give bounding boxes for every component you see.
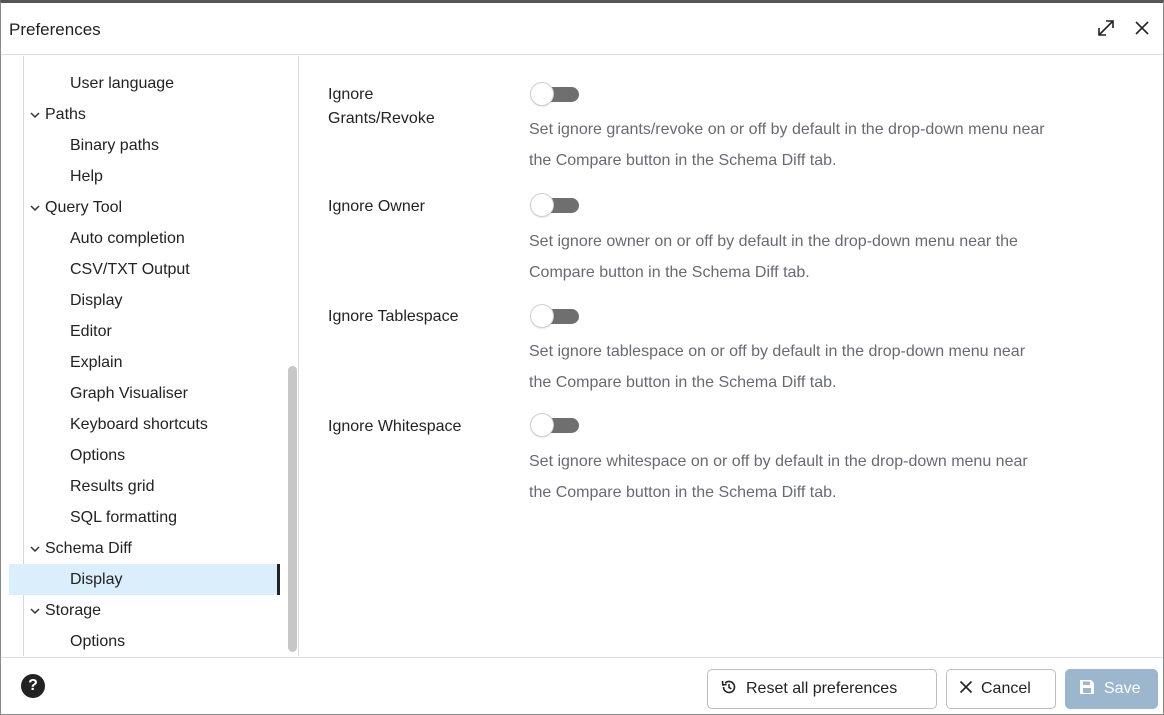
tree-group[interactable]: Paths <box>9 99 279 130</box>
tree-item-label: Keyboard shortcuts <box>70 415 208 433</box>
toggle-ignore-grants-revoke[interactable] <box>529 83 581 105</box>
setting-label-owner: Ignore Owner <box>328 198 425 215</box>
chevron-down-icon[interactable] <box>29 201 41 213</box>
chevron-down-icon[interactable] <box>29 542 41 554</box>
settings-panel: Ignore Grants/Revoke Set ignore grants/r… <box>301 56 1161 656</box>
tree-item[interactable]: Keyboard shortcuts <box>9 409 279 440</box>
reset-all-preferences-button[interactable]: Reset all preferences <box>707 669 937 709</box>
tree-item-label: Display <box>70 570 123 588</box>
tree-group[interactable]: Schema Diff <box>9 533 279 564</box>
tree-item-label: Binary paths <box>70 136 159 154</box>
tree-item-label: Query Tool <box>45 198 123 216</box>
cancel-button[interactable]: Cancel <box>946 669 1056 709</box>
tree-item[interactable]: User language <box>9 68 279 99</box>
dialog-title: Preferences <box>9 20 101 39</box>
tree-item[interactable]: Auto completion <box>9 223 279 254</box>
setting-label-grants-revoke: Ignore Grants/Revoke <box>328 86 435 127</box>
tree-item[interactable]: Results grid <box>9 471 279 502</box>
tree-item-label: Paths <box>45 105 86 123</box>
tree-item[interactable]: Display <box>9 564 280 595</box>
title-actions <box>1095 17 1153 39</box>
reset-icon <box>720 678 738 701</box>
sidebar-scrollbar[interactable] <box>288 366 297 652</box>
tree-group[interactable]: Storage <box>9 595 279 626</box>
help-button[interactable]: ? <box>21 674 45 698</box>
expand-icon[interactable] <box>1095 17 1117 39</box>
tree-item-label: Auto completion <box>70 229 185 247</box>
dialog-footer: ? Reset all preferences Cancel Save <box>1 657 1163 715</box>
toggle-ignore-tablespace[interactable] <box>529 305 581 327</box>
selection-indicator <box>277 564 280 595</box>
save-icon <box>1078 678 1096 701</box>
tree-item-label: Explain <box>70 353 123 371</box>
tree-item-label: Display <box>70 291 123 309</box>
tree-item[interactable]: Graph Visualiser <box>9 378 279 409</box>
close-icon <box>959 680 973 699</box>
toggle-ignore-owner[interactable] <box>529 194 581 216</box>
tree-item-label: SQL formatting <box>70 508 178 526</box>
tree-item[interactable]: SQL formatting <box>9 502 279 533</box>
tree-item[interactable]: Options <box>9 626 279 656</box>
tree-group[interactable]: Query Tool <box>9 192 279 223</box>
setting-label-tablespace: Ignore Tablespace <box>328 308 459 325</box>
tree-item[interactable]: Binary paths <box>9 130 279 161</box>
tree-item-label: Storage <box>45 601 102 619</box>
toggle-ignore-whitespace[interactable] <box>529 414 581 436</box>
setting-label-whitespace: Ignore Whitespace <box>328 418 462 435</box>
tree-item[interactable]: Explain <box>9 347 279 378</box>
title-bar: Preferences <box>1 3 1163 55</box>
tree-item-label: Graph Visualiser <box>70 384 188 402</box>
tree-item-label: CSV/TXT Output <box>70 260 190 278</box>
setting-description-whitespace: Set ignore whitespace on or off by defau… <box>529 453 1028 501</box>
chevron-down-icon[interactable] <box>29 108 41 120</box>
tree-item-label: Help <box>70 167 103 185</box>
tree-item[interactable]: Help <box>9 161 279 192</box>
setting-description-grants-revoke: Set ignore grants/revoke on or off by de… <box>529 121 1045 169</box>
tree-item-label: Editor <box>70 322 112 340</box>
setting-description-tablespace: Set ignore tablespace on or off by defau… <box>529 343 1026 391</box>
tree-item[interactable]: CSV/TXT Output <box>9 254 279 285</box>
tree-item-label: Schema Diff <box>45 539 132 557</box>
tree-item[interactable]: Editor <box>9 316 279 347</box>
tree-item[interactable]: Display <box>9 285 279 316</box>
close-icon[interactable] <box>1131 17 1153 39</box>
setting-description-owner: Set ignore owner on or off by default in… <box>529 233 1018 281</box>
preferences-dialog: Preferences User language Paths Binary pat… <box>0 0 1164 715</box>
tree-item-label: Options <box>70 632 126 650</box>
save-button[interactable]: Save <box>1065 669 1158 709</box>
chevron-down-icon[interactable] <box>29 604 41 616</box>
tree-item[interactable]: Options <box>9 440 279 471</box>
tree-item-label: User language <box>70 74 175 92</box>
preferences-tree: User language Paths Binary paths Help Query … <box>9 56 299 656</box>
tree-item-label: Options <box>70 446 126 464</box>
tree-item-label: Results grid <box>70 477 155 495</box>
